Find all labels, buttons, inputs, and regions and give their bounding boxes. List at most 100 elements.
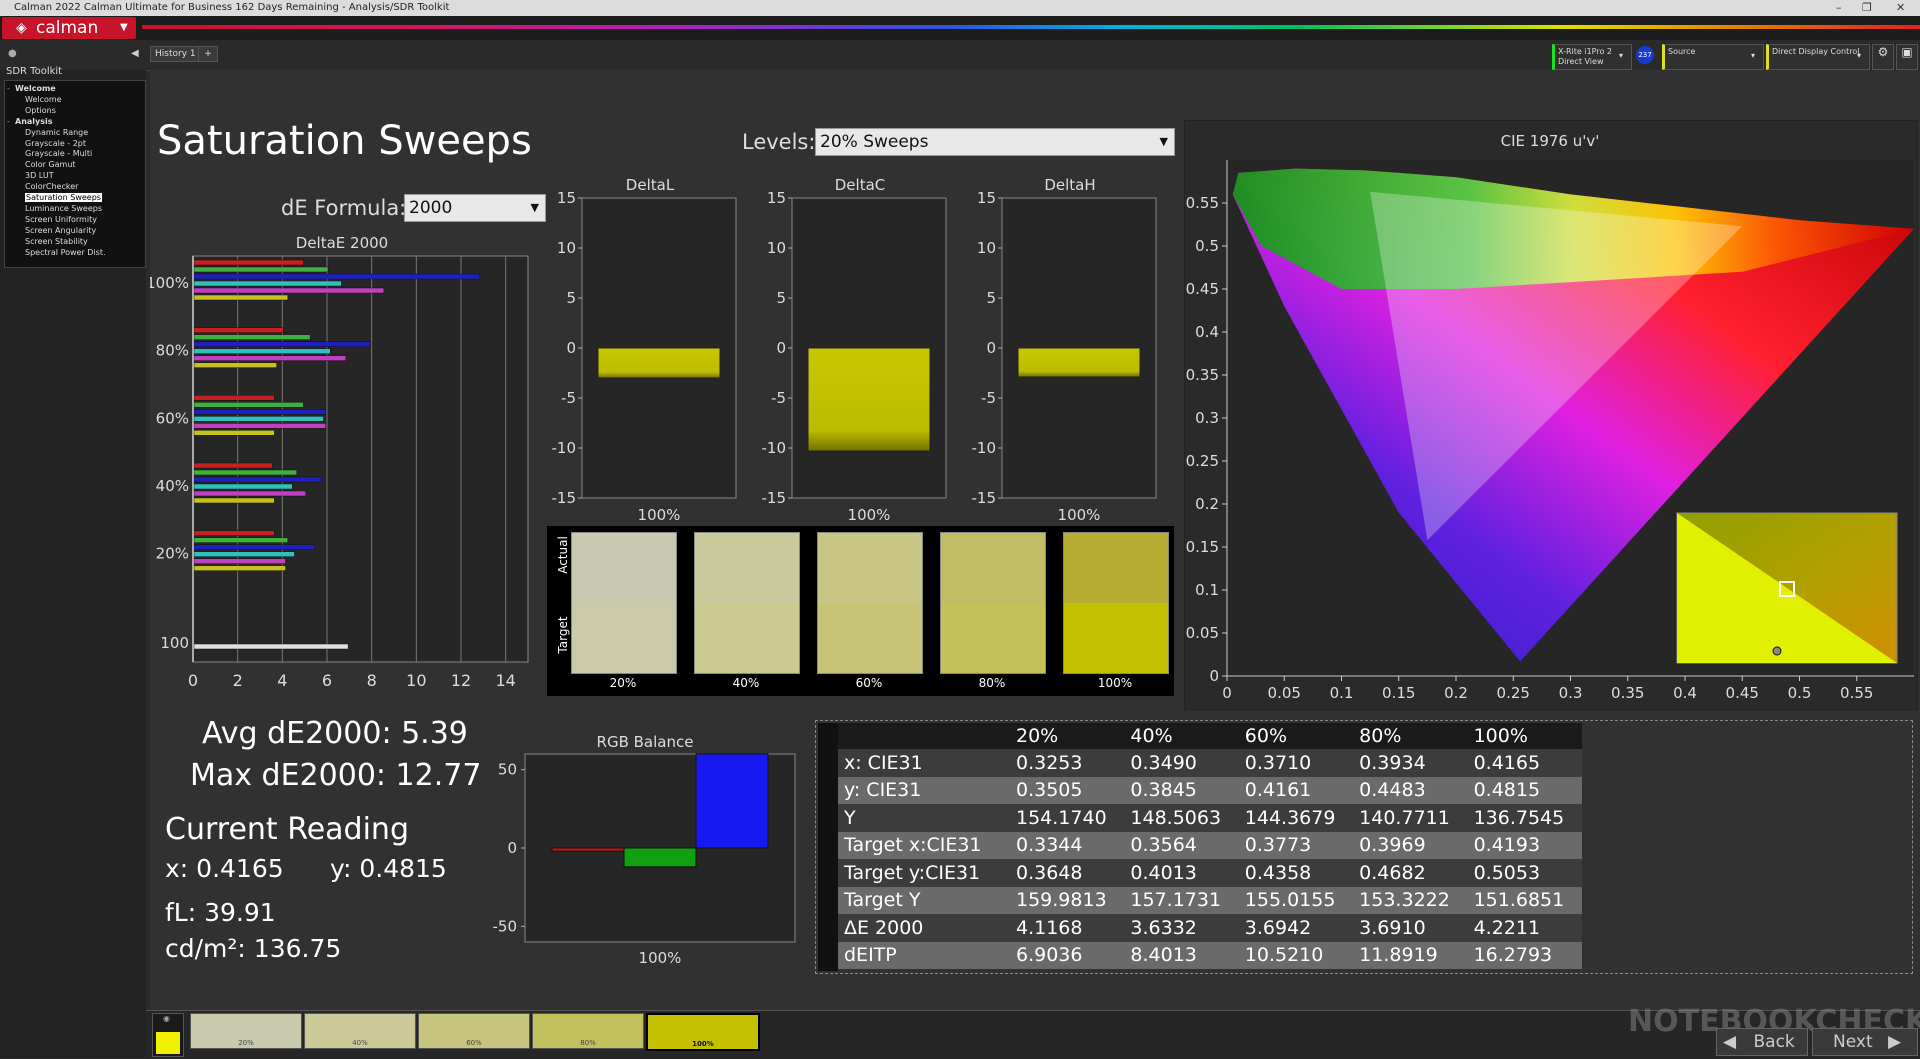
levels-value: 20% Sweeps [820, 132, 929, 152]
meter-badge[interactable]: 237 [1636, 46, 1654, 64]
plot-area [192, 255, 529, 663]
table-cell: 8.4013 [1124, 941, 1239, 969]
sidebar-item[interactable]: Grayscale - Multi [25, 149, 92, 158]
y-tick-label: -5 [561, 389, 576, 407]
gear-icon[interactable]: ● [8, 48, 17, 59]
row-label: Target x:CIE31 [838, 831, 1010, 859]
deltae-bar [193, 287, 385, 294]
y-tick-label: 0 [1209, 667, 1219, 685]
table-row: y: CIE31 0.3505 0.3845 0.4161 0.4483 0.4815 [838, 776, 1582, 804]
y-tick-label: 0.25 [1186, 452, 1219, 470]
sidebar-item[interactable]: Grayscale - 2pt [25, 139, 86, 148]
display-selector[interactable]: Direct Display Control ▾ [1766, 44, 1870, 70]
table-cell: 0.3564 [1124, 831, 1239, 859]
expand-icon[interactable]: - [7, 117, 10, 126]
levels-label: Levels: [742, 130, 816, 154]
table-cell: 0.3934 [1353, 749, 1468, 777]
meter-name: X-Rite i1Pro 2 [1558, 47, 1612, 56]
close-button[interactable]: ✕ [1896, 0, 1905, 16]
x-tick-label: 0.35 [1611, 684, 1644, 702]
y-tick-label: 5 [986, 289, 996, 307]
y-tick-label: -5 [981, 389, 996, 407]
delta-chart-deltac: 15 10 5 0 -5 -10 -15 100% [762, 190, 947, 524]
sidebar-item[interactable]: Welcome [15, 84, 56, 93]
column-header: 40% [1124, 723, 1239, 749]
next-button[interactable]: Next ▶ [1812, 1028, 1918, 1056]
meter-selector[interactable]: X-Rite i1Pro 2 Direct View ▾ [1552, 44, 1632, 70]
x-tick-label: 4 [277, 671, 287, 690]
sidebar-item[interactable]: ColorChecker [25, 182, 78, 191]
sidebar-item[interactable]: 3D LUT [25, 171, 54, 180]
actual-color [572, 533, 676, 603]
tab-history-1[interactable]: History 1 [150, 46, 201, 62]
sidebar-item[interactable]: Screen Angularity [25, 226, 96, 235]
deltae-bar [193, 490, 306, 497]
expand-icon[interactable]: - [7, 84, 10, 93]
sidebar-item[interactable]: Welcome [25, 95, 62, 104]
actual-color [941, 533, 1045, 603]
row-label: Target y:CIE31 [838, 859, 1010, 887]
title-bar: Calman 2022 Calman Ultimate for Business… [0, 0, 1920, 16]
de-formula-dropdown[interactable]: 2000 ▼ [404, 194, 546, 222]
table-cell: 0.3505 [1010, 776, 1125, 804]
x-tick-label: 0 [188, 671, 198, 690]
sidebar-item[interactable]: Luminance Sweeps [25, 204, 102, 213]
table-row: Y 154.1740 148.5063 144.3679 140.7711 136.754… [838, 804, 1582, 832]
back-button[interactable]: ◀ Back [1716, 1028, 1808, 1056]
sidebar-item[interactable]: Screen Stability [25, 237, 88, 246]
sidebar-item[interactable]: Options [25, 106, 56, 115]
deltae-bar [193, 483, 293, 490]
collapse-sidebar-icon[interactable]: ◀ [131, 48, 139, 59]
minimize-button[interactable]: – [1836, 0, 1842, 16]
bottom-swatch-20[interactable]: 20% [190, 1013, 302, 1049]
sidebar-item[interactable]: Color Gamut [25, 160, 76, 169]
group-label: 100 [160, 634, 189, 652]
source-selector[interactable]: Source ▾ [1662, 44, 1764, 70]
app-menu-button[interactable]: ◈ calman ▼ [2, 17, 136, 39]
target-label: Target [556, 616, 570, 654]
table-cell: 0.4483 [1353, 776, 1468, 804]
deltae-bar [193, 476, 322, 483]
column-header: 100% [1467, 723, 1582, 749]
column-header: 20% [1010, 723, 1125, 749]
sidebar-item[interactable]: Screen Uniformity [25, 215, 97, 224]
x-tick-label: 0.3 [1559, 684, 1583, 702]
rgb-bar-g [623, 847, 697, 868]
y-tick-label: 10 [557, 239, 576, 257]
table-cell: 159.9813 [1010, 886, 1125, 914]
page-title: Saturation Sweeps [157, 118, 532, 164]
rgb-balance-chart: 50 0 -50 100% [493, 753, 796, 967]
y-tick-label: -50 [493, 917, 518, 935]
bottom-swatch-label: 20% [238, 1039, 254, 1047]
bottom-swatch-60[interactable]: 60% [418, 1013, 530, 1049]
y-tick-label: 15 [557, 190, 576, 207]
levels-dropdown[interactable]: 20% Sweeps ▼ [815, 128, 1175, 156]
maximize-button[interactable]: ❐ [1862, 0, 1872, 16]
sidebar-item[interactable]: Saturation Sweeps [25, 193, 102, 202]
bottom-swatch-40[interactable]: 40% [304, 1013, 416, 1049]
table-cell: 10.5210 [1238, 941, 1354, 969]
deltae-bar [193, 551, 295, 557]
eye-icon[interactable]: ◉ [163, 1014, 170, 1023]
group-label: 60% [156, 409, 189, 427]
layout-icon[interactable]: ▣ [1896, 44, 1918, 70]
table-cell: 6.9036 [1010, 941, 1125, 969]
bottom-swatch-100[interactable]: 100% [646, 1013, 760, 1051]
table-row: ΔE 2000 4.1168 3.6332 3.6942 3.6910 4.2211 [838, 914, 1582, 942]
deltae-bar [193, 402, 304, 408]
y-tick-label: 0 [776, 339, 786, 357]
back-label: Back [1753, 1032, 1795, 1052]
table-cell: 3.6942 [1238, 914, 1354, 942]
add-tab-icon[interactable]: + [198, 46, 218, 62]
bottom-swatch-80[interactable]: 80% [532, 1013, 644, 1049]
sidebar-item[interactable]: Spectral Power Dist. [25, 248, 106, 257]
sidebar-item[interactable]: Analysis [15, 117, 53, 126]
current-color-panel: ◉ [152, 1013, 184, 1057]
table-cell: 0.4013 [1124, 859, 1239, 887]
de-formula-value: 2000 [409, 198, 453, 218]
sidebar-item[interactable]: Dynamic Range [25, 128, 88, 137]
deltae-bar [193, 362, 277, 368]
rgb-bar-r [551, 847, 625, 852]
bottom-swatch-label: 40% [352, 1039, 368, 1047]
settings-icon[interactable]: ⚙ [1872, 44, 1894, 70]
